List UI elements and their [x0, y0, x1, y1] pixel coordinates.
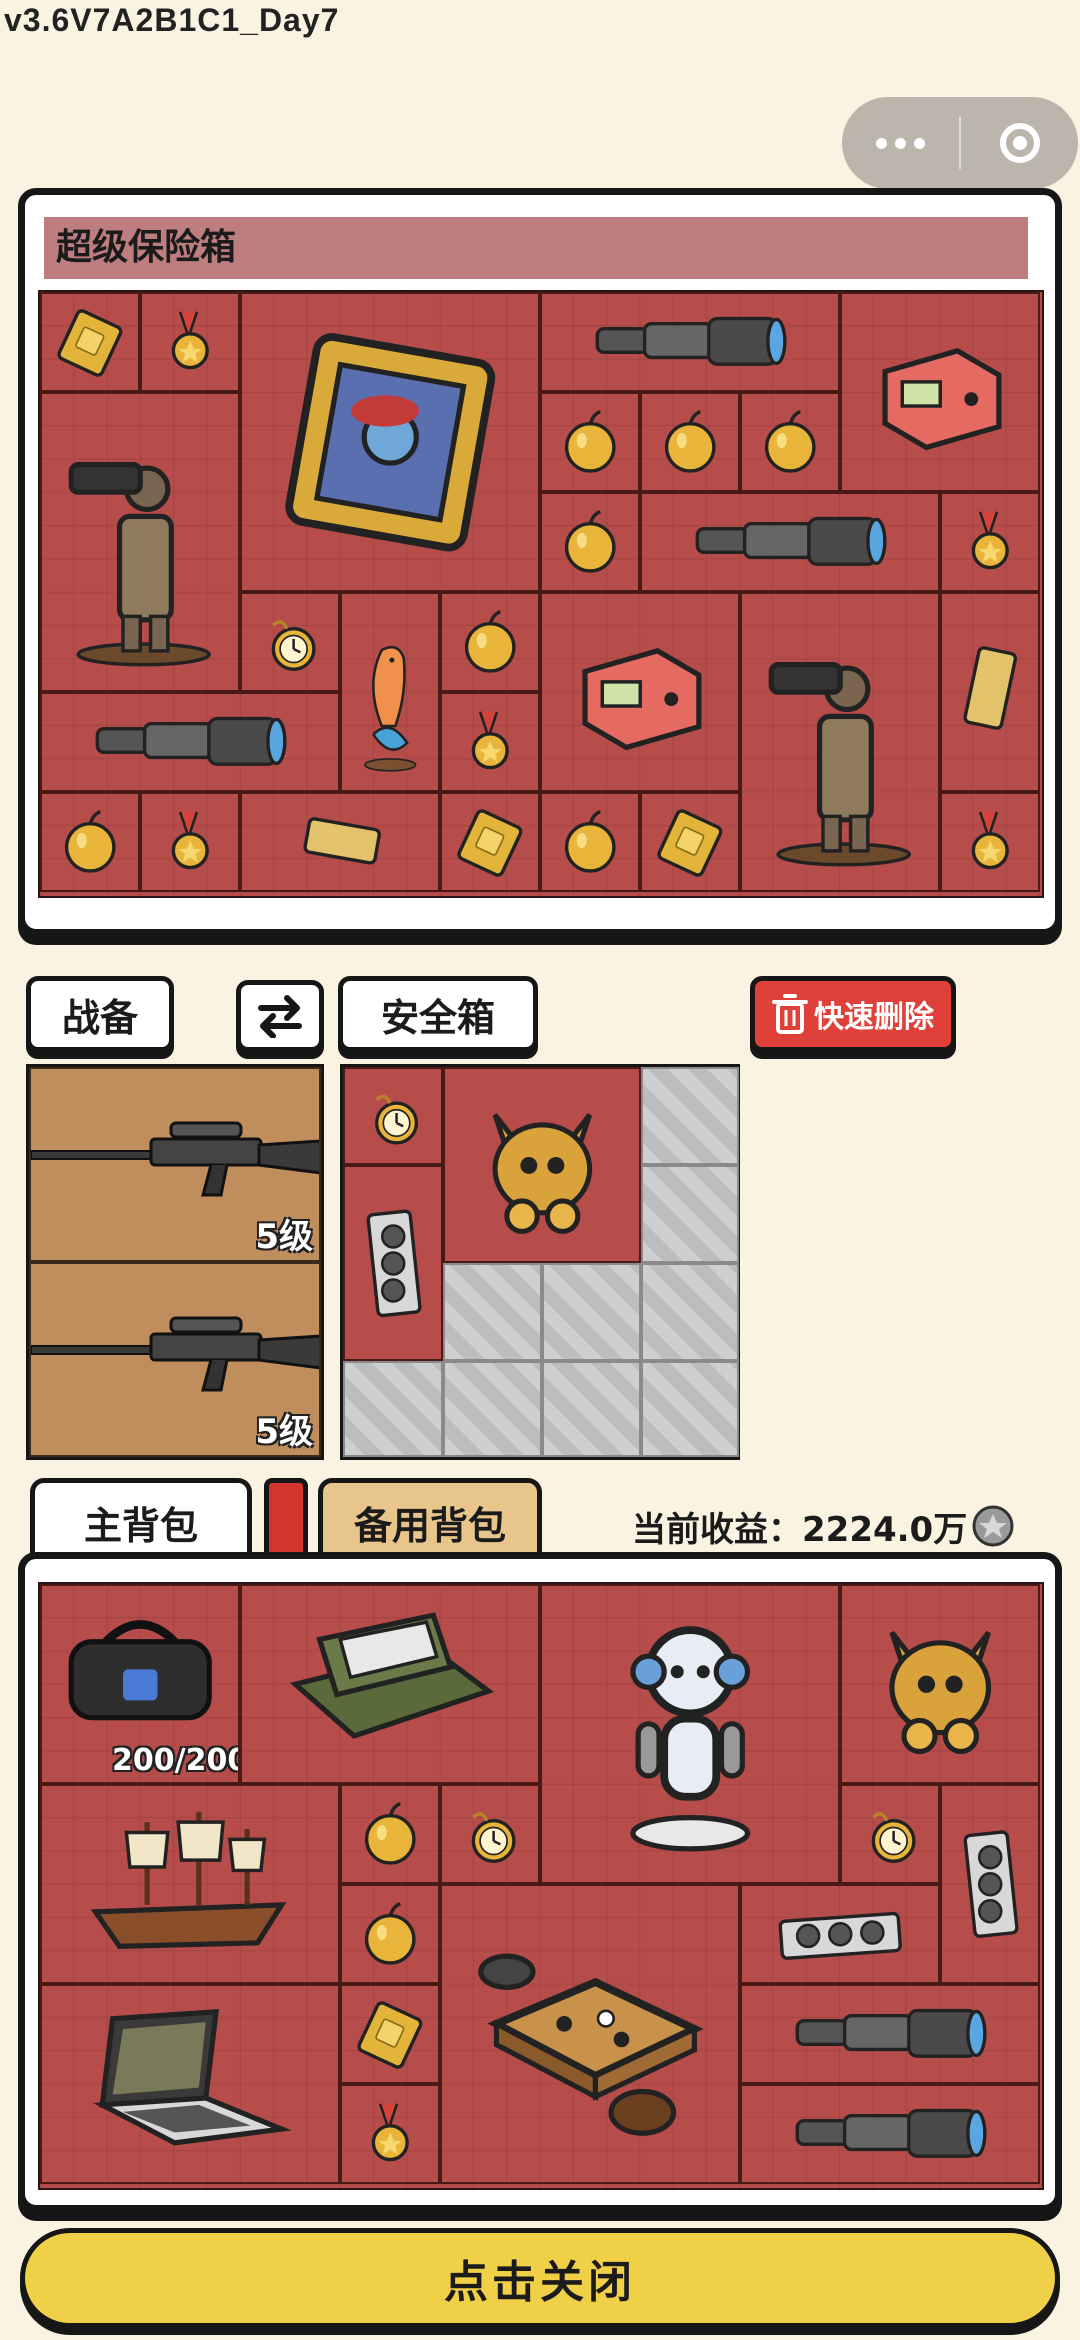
- graphics-card-item[interactable]: [740, 1884, 940, 1984]
- gold-bar-item[interactable]: [340, 1984, 440, 2084]
- graphics-card-item[interactable]: [343, 1165, 443, 1361]
- golden-apple-item[interactable]: [440, 592, 540, 692]
- empty-cell: [542, 1263, 641, 1361]
- empty-cell: [343, 1361, 443, 1457]
- gear-slot[interactable]: 5级: [29, 1067, 321, 1262]
- close-miniprogram-button[interactable]: [961, 123, 1078, 163]
- gear-level-label: 5级: [255, 1217, 313, 1257]
- terracotta-warrior-item[interactable]: [740, 592, 940, 892]
- gear-level-label: 5级: [255, 1412, 313, 1452]
- telescope-item[interactable]: [640, 492, 940, 592]
- sailing-ship-model-item[interactable]: [40, 1784, 340, 1984]
- laptop-item[interactable]: [40, 1984, 340, 2184]
- gold-bar-item[interactable]: [40, 292, 140, 392]
- tab-spare-backpack[interactable]: 备用背包: [318, 1478, 542, 1562]
- more-menu-button[interactable]: [842, 97, 959, 189]
- gear-slot-panel: 5级 5级: [26, 1064, 324, 1460]
- empty-cell: [641, 1361, 739, 1457]
- graphics-card-item[interactable]: [940, 1784, 1040, 1984]
- bag-capacity-label: 200/200: [112, 1743, 240, 1778]
- trash-icon: [772, 994, 808, 1034]
- telescope-item[interactable]: [540, 292, 840, 392]
- tab-main-backpack[interactable]: 主背包: [30, 1478, 252, 1562]
- gold-bar-item[interactable]: [440, 792, 540, 892]
- famous-painting-item[interactable]: [240, 292, 540, 592]
- telescope-item[interactable]: [740, 2084, 1040, 2184]
- safebox-tab-button[interactable]: 安全箱: [338, 976, 538, 1052]
- miniprogram-capsule: [842, 97, 1078, 189]
- telescope-item[interactable]: [740, 1984, 1040, 2084]
- empty-cell: [641, 1263, 739, 1361]
- earnings-label: 当前收益：: [632, 1509, 802, 1550]
- golden-apple-item[interactable]: [540, 392, 640, 492]
- go-board-item[interactable]: [440, 1884, 740, 2184]
- instrument-box-item[interactable]: [840, 292, 1040, 492]
- target-icon: [999, 123, 1040, 163]
- empty-cell: [443, 1361, 542, 1457]
- pocket-watch-item[interactable]: [343, 1067, 443, 1165]
- gold-bar-item[interactable]: [640, 792, 740, 892]
- pocket-watch-item[interactable]: [240, 592, 340, 692]
- golden-apple-item[interactable]: [540, 492, 640, 592]
- swap-arrows-icon: [258, 995, 302, 1038]
- safebox-grid: [340, 1064, 740, 1460]
- pocket-watch-item[interactable]: [440, 1784, 540, 1884]
- backpack-grid: 200/200: [38, 1582, 1044, 2190]
- gear-slot[interactable]: 5级: [29, 1262, 321, 1457]
- golden-apple-item[interactable]: [40, 792, 140, 892]
- quick-delete-label: 快速删除: [814, 1000, 934, 1035]
- medal-item[interactable]: [340, 2084, 440, 2184]
- medal-item[interactable]: [140, 792, 240, 892]
- golden-cat-statue-item[interactable]: [840, 1584, 1040, 1784]
- close-button[interactable]: 点击关闭: [20, 2228, 1060, 2328]
- empty-cell: [641, 1067, 739, 1165]
- pocket-watch-item[interactable]: [840, 1784, 940, 1884]
- medal-item[interactable]: [940, 492, 1040, 592]
- tab-marker: [264, 1478, 308, 1562]
- empty-cell: [542, 1361, 641, 1457]
- earnings-value: 2224.0万: [802, 1509, 968, 1550]
- instrument-box-item[interactable]: [540, 592, 740, 792]
- field-radio-case-item[interactable]: [240, 1584, 540, 1784]
- sniper-rifle-icon: [31, 1316, 319, 1392]
- robot-item[interactable]: [540, 1584, 840, 1884]
- carp-statue-item[interactable]: [340, 592, 440, 792]
- earnings-display: 当前收益： 2224.0万: [632, 1498, 1015, 1554]
- quick-delete-button[interactable]: 快速删除: [750, 976, 956, 1052]
- golden-apple-item[interactable]: [340, 1784, 440, 1884]
- golden-apple-item[interactable]: [540, 792, 640, 892]
- empty-cell: [641, 1165, 739, 1263]
- gold-ingot-item[interactable]: [940, 592, 1040, 792]
- telescope-item[interactable]: [40, 692, 340, 792]
- golden-apple-item[interactable]: [340, 1884, 440, 1984]
- medal-item[interactable]: [140, 292, 240, 392]
- golden-apple-item[interactable]: [740, 392, 840, 492]
- terracotta-warrior-item[interactable]: [40, 392, 240, 692]
- vault-title: 超级保险箱: [44, 217, 1028, 279]
- gold-ingot-item[interactable]: [240, 792, 440, 892]
- sniper-rifle-icon: [31, 1121, 319, 1197]
- swap-button[interactable]: [236, 980, 324, 1052]
- gear-tab-button[interactable]: 战备: [26, 976, 174, 1052]
- vault-grid: [38, 290, 1044, 898]
- medal-item[interactable]: [940, 792, 1040, 892]
- version-label: v3.6V7A2B1C1_Day7: [4, 2, 340, 38]
- empty-cell: [443, 1263, 542, 1361]
- duffel-bag-item[interactable]: 200/200: [40, 1584, 240, 1784]
- coin-icon: [972, 1505, 1014, 1547]
- golden-apple-item[interactable]: [640, 392, 740, 492]
- medal-item[interactable]: [440, 692, 540, 792]
- golden-cat-statue-item[interactable]: [443, 1067, 641, 1263]
